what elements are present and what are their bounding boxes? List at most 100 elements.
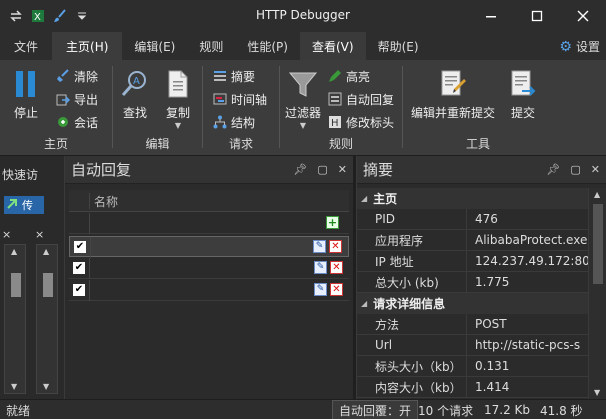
- property-row[interactable]: IP 地址 124.237.49.172:80: [357, 251, 588, 272]
- property-key: Url: [357, 335, 467, 355]
- window-menu-icon[interactable]: ▢: [570, 163, 580, 176]
- property-row[interactable]: Url http://static-pcs-s: [357, 335, 588, 356]
- pin-icon[interactable]: 📌︎: [293, 163, 307, 176]
- row-actions: ✎ ✕: [314, 283, 343, 296]
- close-icon[interactable]: ✕: [338, 163, 347, 176]
- row-checkbox[interactable]: ✔: [73, 284, 85, 296]
- close-icon[interactable]: ✕: [591, 163, 600, 176]
- edit-icon[interactable]: ✎: [314, 283, 327, 296]
- scroll-down-icon[interactable]: ▼: [11, 382, 17, 391]
- highlight-button[interactable]: 高亮: [328, 66, 370, 86]
- close-icon[interactable]: ×: [2, 228, 11, 241]
- swap-icon[interactable]: [8, 8, 24, 24]
- quick-access-title: 快速访: [2, 168, 39, 182]
- summary-button[interactable]: 摘要: [213, 66, 255, 86]
- tab-rules[interactable]: 规则: [187, 32, 235, 60]
- tab-view[interactable]: 查看(V): [299, 32, 366, 60]
- new-row[interactable]: +: [69, 213, 349, 234]
- modify-headers-button[interactable]: H 修改标头: [328, 112, 394, 132]
- row-actions: ✎ ✕: [314, 261, 343, 274]
- column-header-name[interactable]: 名称: [89, 193, 118, 209]
- scroll-thumb[interactable]: [11, 273, 21, 297]
- summary-panel: 摘要 📌︎ ▢ ✕ ◢ 主页 PID 476 应用程序 AlibabaProte…: [356, 156, 606, 399]
- collapse-icon[interactable]: ◢: [361, 194, 367, 203]
- structure-button[interactable]: 结构: [213, 112, 255, 132]
- window-menu-icon[interactable]: ▢: [317, 163, 327, 176]
- row-checkbox[interactable]: ✔: [74, 241, 86, 253]
- copy-button[interactable]: 复制 ▼: [162, 68, 194, 130]
- close-icon[interactable]: ×: [35, 228, 44, 241]
- tab-home[interactable]: 主页(H): [52, 32, 123, 60]
- scroll-thumb[interactable]: [593, 204, 603, 284]
- clear-button[interactable]: 清除: [56, 66, 98, 86]
- scroll-up-icon[interactable]: ▲: [43, 247, 49, 256]
- scroll-thumb[interactable]: [43, 273, 53, 297]
- column-divider: [89, 280, 90, 301]
- delete-icon[interactable]: ✕: [330, 261, 343, 274]
- property-row[interactable]: 方法 POST: [357, 314, 588, 335]
- property-category[interactable]: ◢ 主页: [357, 188, 588, 209]
- property-value: POST: [475, 317, 507, 331]
- excel-icon[interactable]: X: [30, 8, 46, 24]
- tab-help[interactable]: 帮助(E): [366, 32, 431, 60]
- property-row[interactable]: PID 476: [357, 209, 588, 230]
- table-row[interactable]: ✔ ✎ ✕: [69, 258, 349, 279]
- dropdown-icon[interactable]: [74, 8, 90, 24]
- tab-file[interactable]: 文件: [0, 32, 52, 60]
- find-label: 查找: [122, 106, 147, 120]
- edit-icon[interactable]: ✎: [314, 261, 327, 274]
- pin-icon[interactable]: 📌︎: [546, 163, 560, 176]
- summary-scrollbar[interactable]: ▲ ▼: [588, 188, 606, 399]
- session-button[interactable]: 会话: [56, 112, 98, 132]
- pause-icon: [10, 68, 42, 100]
- quick-access-pane: 快速访 传 × × ▲ ▼ ▲ ▼: [0, 156, 64, 399]
- close-button[interactable]: [560, 0, 606, 32]
- property-key: 标头大小（kb）: [357, 356, 467, 376]
- group-rules-label: 规则: [328, 137, 353, 151]
- quick-access-item-label: 传: [22, 199, 33, 212]
- summary-panel-title: 摘要: [363, 161, 394, 179]
- submit-button[interactable]: 提交: [507, 68, 539, 121]
- collapsed-pane-scrollbar[interactable]: ▲ ▼: [4, 244, 26, 394]
- scroll-down-icon[interactable]: ▼: [43, 382, 49, 391]
- table-row[interactable]: ✔ ✎ ✕: [69, 280, 349, 301]
- edit-icon[interactable]: ✎: [313, 240, 326, 253]
- add-icon[interactable]: +: [326, 216, 339, 229]
- submit-document-icon: [507, 68, 539, 100]
- table-row[interactable]: ✔ ✎ ✕: [69, 236, 349, 258]
- maximize-button[interactable]: [514, 0, 560, 32]
- export-button[interactable]: 导出: [56, 89, 98, 109]
- minimize-button[interactable]: [468, 0, 514, 32]
- stop-button[interactable]: 停止: [10, 68, 42, 121]
- timeline-button[interactable]: 时间轴: [213, 89, 267, 109]
- scroll-down-icon[interactable]: ▼: [594, 388, 600, 397]
- property-row[interactable]: 应用程序 AlibabaProtect.exe: [357, 230, 588, 251]
- property-category[interactable]: ◢ 请求详细信息: [357, 293, 588, 314]
- find-button[interactable]: A 查找: [119, 68, 151, 121]
- group-request-label: 请求: [228, 137, 253, 151]
- edit-resubmit-button[interactable]: 编辑并重新提交: [411, 68, 495, 121]
- auto-reply-button[interactable]: 自动回复: [328, 89, 394, 109]
- svg-text:X: X: [34, 12, 41, 23]
- property-row[interactable]: 总大小 (kb) 1.775: [357, 272, 588, 293]
- ribbon-tabs: 文件 主页(H) 编辑(E) 规则 性能(P) 查看(V) 帮助(E): [0, 32, 606, 60]
- row-checkbox[interactable]: ✔: [73, 262, 85, 274]
- delete-icon[interactable]: ✕: [330, 283, 343, 296]
- property-row[interactable]: 标头大小（kb） 0.131: [357, 356, 588, 377]
- tab-performance[interactable]: 性能(P): [235, 32, 300, 60]
- brush-icon[interactable]: [52, 8, 68, 24]
- submit-label: 提交: [510, 106, 535, 120]
- column-divider: [89, 258, 90, 279]
- quick-access-item[interactable]: 传: [4, 196, 44, 214]
- collapse-icon[interactable]: ◢: [361, 299, 367, 308]
- collapsed-pane-scrollbar[interactable]: ▲ ▼: [36, 244, 58, 394]
- status-auto-reply[interactable]: 自动回覆：开: [332, 400, 419, 419]
- scroll-up-icon[interactable]: ▲: [11, 247, 17, 256]
- settings-label: 设置: [575, 40, 600, 54]
- delete-icon[interactable]: ✕: [329, 240, 342, 253]
- scroll-up-icon[interactable]: ▲: [594, 190, 600, 199]
- filter-button[interactable]: 过滤器 ▼: [285, 68, 321, 130]
- property-row[interactable]: 内容大小（kb） 1.414: [357, 377, 588, 398]
- tab-edit[interactable]: 编辑(E): [122, 32, 187, 60]
- settings-button[interactable]: ⚙ 设置: [559, 38, 600, 55]
